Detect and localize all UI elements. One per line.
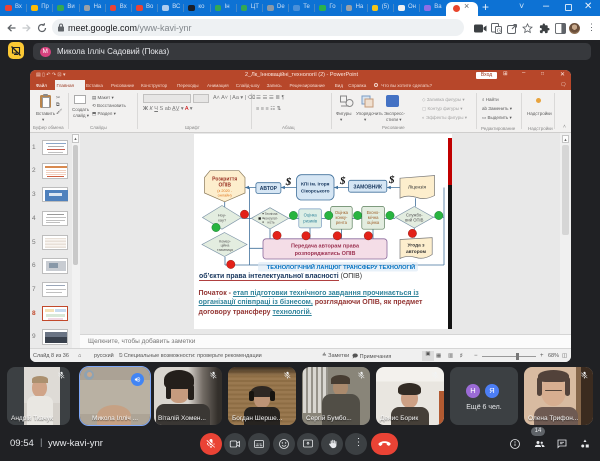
svg-text:онлайн): онлайн) (218, 193, 233, 197)
svg-text:АВТОР: АВТОР (260, 186, 278, 192)
svg-text:ТЕХНОЛОГІЧНИЙ ЛАНЦЮГ ТРАНСФЕРУ: ТЕХНОЛОГІЧНИЙ ЛАНЦЮГ ТРАНСФЕРУ ТЕХНОЛОГІ… (267, 263, 415, 271)
svg-text:ність: ність (267, 221, 275, 225)
svg-text:Передача авторам права: Передача авторам права (291, 244, 360, 250)
svg-text:$: $ (285, 176, 292, 188)
svg-text:хау?: хау? (218, 218, 227, 223)
svg-text:Угода з: Угода з (407, 243, 425, 249)
svg-text:КПІ ім. Ігоря: КПІ ім. Ігоря (301, 182, 330, 188)
svg-text:ЗАМОВНИК: ЗАМОВНИК (353, 184, 383, 190)
svg-text:ризиків: ризиків (303, 219, 318, 224)
svg-text:ОПІВ: ОПІВ (218, 183, 231, 189)
svg-text:Сікорського: Сікорського (301, 189, 330, 195)
svg-text:$: $ (388, 174, 395, 186)
svg-text:автором: автором (406, 250, 427, 255)
svg-text:таємниця: таємниця (217, 248, 233, 252)
svg-text:Оцінка: Оцінка (304, 213, 318, 218)
svg-text:рента: рента (336, 220, 348, 225)
svg-text:розпоряджатись ОПІВ: розпоряджатись ОПІВ (295, 251, 356, 257)
svg-text:Ліцензія: Ліцензія (408, 185, 426, 191)
svg-text:оцінка: оцінка (367, 220, 380, 225)
svg-text:G: G (497, 28, 501, 34)
svg-text:вий ОПІВ: вий ОПІВ (405, 217, 423, 222)
svg-text:$: $ (339, 175, 346, 187)
